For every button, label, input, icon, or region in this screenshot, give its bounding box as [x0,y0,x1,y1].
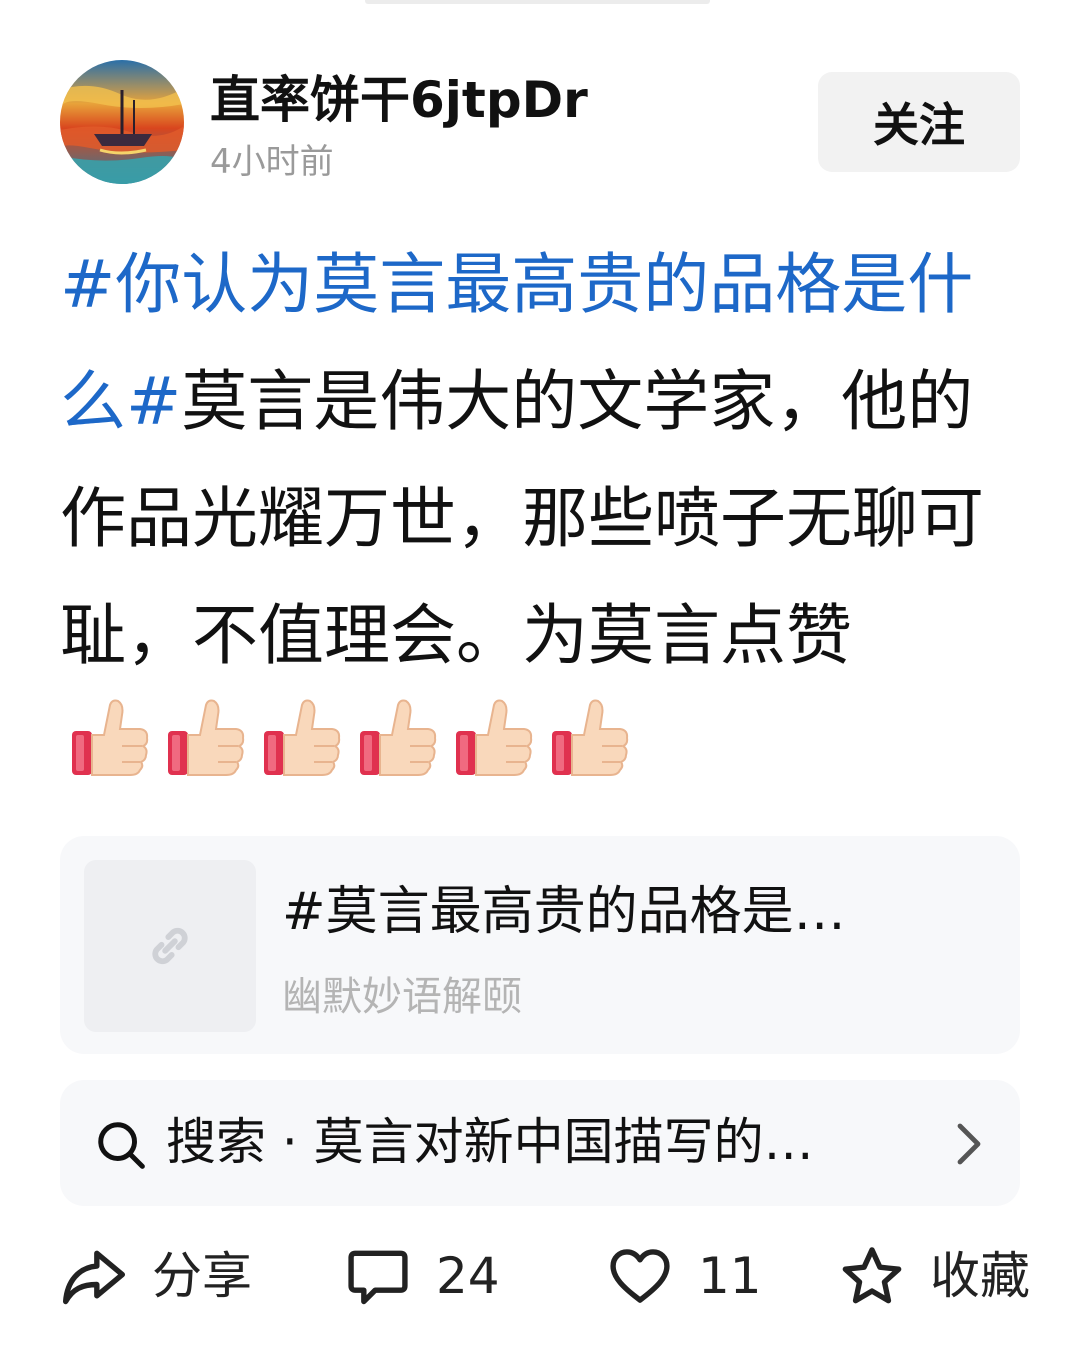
related-search-bar[interactable]: 搜索 · 莫言对新中国描写的… [60,1080,1020,1206]
thumbs-up-emoji [548,697,632,781]
link-icon [152,927,188,965]
chevron-right-icon [957,1123,981,1165]
top-drag-handle [365,0,710,4]
share-icon [62,1250,126,1305]
search-icon [98,1122,145,1169]
heart-icon [610,1249,670,1303]
link-subtitle: 幽默妙语解颐 [282,974,522,1020]
like-count: 11 [698,1247,762,1305]
post-text: 莫言是伟大的文学家，他的作品光耀万世，那些喷子无聊可耻，不值理会。为莫言点赞 [60,363,984,674]
star-icon [842,1247,902,1304]
thumbs-up-emoji [260,697,344,781]
like-button[interactable]: 11 [606,1236,762,1316]
share-button[interactable]: 分享 [60,1236,252,1316]
thumbs-up-emoji [356,697,440,781]
link-title: #莫言最高贵的品格是… [282,882,846,942]
post-time: 4小时前 [210,142,334,182]
search-suggestion-text: 搜索 · 莫言对新中国描写的… [166,1113,814,1171]
thumbs-up-emoji [452,697,536,781]
comment-count: 24 [436,1247,500,1305]
favorite-button[interactable]: 收藏 [838,1236,1030,1316]
follow-button[interactable]: 关注 [818,72,1020,172]
comment-icon [348,1250,408,1305]
share-label: 分享 [152,1247,252,1305]
link-card[interactable]: #莫言最高贵的品格是… 幽默妙语解颐 [60,836,1020,1054]
favorite-label: 收藏 [930,1247,1030,1305]
comment-button[interactable]: 24 [344,1236,500,1316]
author-name[interactable]: 直率饼干6jtpDr [210,68,588,132]
link-thumbnail [84,860,256,1032]
avatar[interactable] [60,60,184,184]
thumbs-up-emoji [164,697,248,781]
thumbs-up-emojis [68,697,632,781]
thumbs-up-emoji [68,697,152,781]
post-content: #你认为莫言最高贵的品格是什么#莫言是伟大的文学家，他的作品光耀万世，那些喷子无… [60,226,1020,811]
